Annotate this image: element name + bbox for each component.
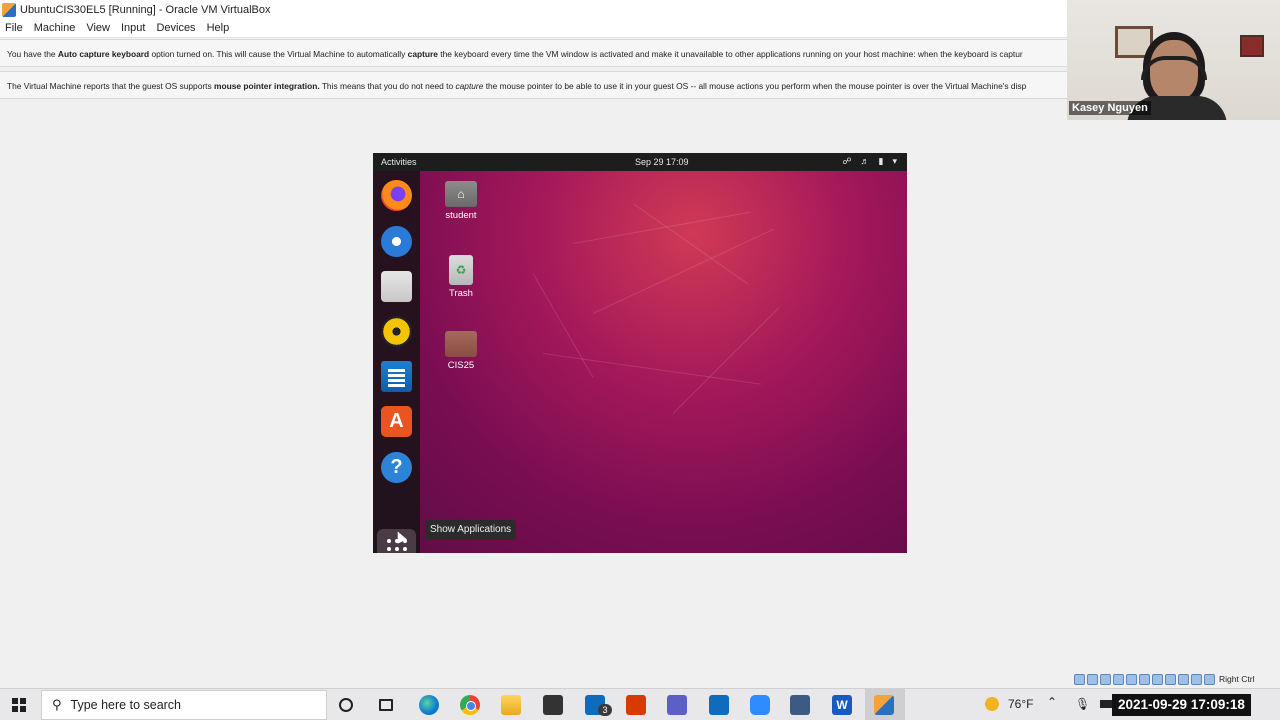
desktop-icon-label: Trash <box>449 288 473 299</box>
weather-widget[interactable]: 76°F <box>985 697 1033 711</box>
hard-disk-icon[interactable] <box>1074 673 1085 685</box>
system-tray[interactable]: ☍ ♬ ▮ ▾ <box>842 156 897 167</box>
notice-text: the mouse pointer to be able to use it i… <box>483 81 1027 91</box>
microphone-icon[interactable]: 🎙 <box>1075 697 1090 711</box>
battery-icon: ▮ <box>878 156 884 166</box>
word-icon[interactable]: W <box>832 695 852 715</box>
show-applications-tooltip: Show Applications <box>425 520 517 540</box>
menu-input[interactable]: Input <box>121 22 145 34</box>
battery-icon[interactable] <box>1100 700 1112 708</box>
trash-icon: ♻ <box>449 255 473 285</box>
files-icon[interactable] <box>381 271 412 302</box>
menu-view[interactable]: View <box>86 22 110 34</box>
recording-icon[interactable] <box>1165 673 1176 685</box>
mouse-integration-notice: The Virtual Machine reports that the gue… <box>0 71 1068 99</box>
desktop-icon-label: student <box>445 210 477 221</box>
cortana-icon[interactable] <box>339 698 353 712</box>
notice-bold: Auto capture keyboard <box>57 49 150 59</box>
chevron-down-icon: ▾ <box>892 156 897 166</box>
mouse-integration-icon[interactable] <box>1191 673 1202 685</box>
window-title: UbuntuCIS30EL5 [Running] - Oracle VM Vir… <box>20 3 271 16</box>
host-key-label: Right Ctrl <box>1219 674 1255 684</box>
menu-help[interactable]: Help <box>207 22 230 34</box>
headset <box>1141 56 1207 80</box>
help-icon[interactable]: ? <box>381 452 412 483</box>
ubuntu-dock: A ? <box>373 171 420 553</box>
taskbar-search-input[interactable]: ⚲ Type here to search <box>41 690 327 720</box>
teams-icon[interactable] <box>667 695 687 715</box>
vm-display[interactable]: Activities Sep 29 17:09 ☍ ♬ ▮ ▾ A ? ⌂ st… <box>373 153 907 553</box>
wallpaper-line <box>532 273 594 378</box>
wall-frame <box>1240 35 1264 57</box>
notice-text: the keyboard every time the VM window is… <box>437 49 1023 59</box>
temperature: 76°F <box>1008 697 1034 711</box>
wallpaper-line <box>672 307 780 414</box>
thunderbird-icon[interactable] <box>381 226 412 257</box>
participant-name: Kasey Nguyen <box>1069 101 1151 115</box>
zoom-icon[interactable] <box>750 695 770 715</box>
keyboard-capture-notice: You have the Auto capture keyboard optio… <box>0 39 1068 67</box>
wallpaper-line <box>572 211 751 244</box>
home-folder-icon: ⌂ <box>445 181 477 207</box>
file-explorer-icon[interactable] <box>501 695 521 715</box>
store-icon[interactable] <box>543 695 563 715</box>
notice-bold: capture <box>407 49 438 59</box>
search-icon: ⚲ <box>52 697 62 712</box>
gnome-topbar: Activities Sep 29 17:09 ☍ ♬ ▮ ▾ <box>373 153 907 171</box>
shared-folders-icon[interactable] <box>1139 673 1150 685</box>
display-icon[interactable] <box>1152 673 1163 685</box>
notice-italic: capture <box>455 81 484 91</box>
edge-icon[interactable] <box>419 695 439 715</box>
optical-drive-icon[interactable] <box>1087 673 1098 685</box>
weather-icon <box>985 697 999 711</box>
rhythmbox-icon[interactable] <box>381 316 412 347</box>
virtualbox-icon <box>2 2 16 17</box>
notice-text: This means that you do not need to <box>319 81 456 91</box>
libreoffice-writer-icon[interactable] <box>381 361 412 392</box>
firefox-icon[interactable] <box>381 180 412 211</box>
clock[interactable]: Sep 29 17:09 <box>635 157 689 167</box>
ubuntu-software-icon[interactable]: A <box>381 406 412 437</box>
task-view-icon[interactable] <box>379 699 393 711</box>
chrome-icon[interactable] <box>460 695 480 715</box>
network-adapter-icon[interactable] <box>1113 673 1124 685</box>
windows-start-icon[interactable] <box>12 698 26 712</box>
notice-text: option turned on. This will cause the Vi… <box>149 49 408 59</box>
wallpaper-line <box>592 228 775 314</box>
virtualbox-manager-icon[interactable] <box>790 695 810 715</box>
volume-icon: ♬ <box>860 156 870 166</box>
notice-text: The Virtual Machine reports that the gue… <box>7 81 215 91</box>
desktop-icon-folder[interactable]: CIS25 <box>431 331 491 371</box>
mail-count-badge: 3 <box>598 704 612 716</box>
webcam-video: Kasey Nguyen <box>1067 0 1280 120</box>
menu-file[interactable]: File <box>5 22 23 34</box>
folder-icon <box>445 331 477 357</box>
notice-text: You have the <box>7 49 58 59</box>
vm-status-bar: Right Ctrl <box>1074 672 1254 686</box>
calendar-icon[interactable] <box>709 695 729 715</box>
clock-datetime[interactable]: 2021-09-29 17:09:18 <box>1112 694 1251 716</box>
usb-icon[interactable] <box>1126 673 1137 685</box>
virtualbox-vm-icon[interactable] <box>874 695 894 715</box>
audio-icon[interactable] <box>1100 673 1111 685</box>
menu-machine[interactable]: Machine <box>34 22 76 34</box>
office-icon[interactable] <box>626 695 646 715</box>
desktop-icon-trash[interactable]: ♻ Trash <box>431 255 491 299</box>
menu-devices[interactable]: Devices <box>156 22 195 34</box>
keyboard-icon[interactable] <box>1204 673 1215 685</box>
chevron-up-icon[interactable]: ⌃ <box>1047 695 1057 709</box>
desktop-icon-home[interactable]: ⌂ student <box>431 181 491 221</box>
cpu-icon[interactable] <box>1178 673 1189 685</box>
activities-button[interactable]: Activities <box>381 157 417 167</box>
notice-bold: mouse pointer integration. <box>214 81 320 91</box>
desktop-icon-label: CIS25 <box>447 360 475 371</box>
search-placeholder: Type here to search <box>70 698 182 712</box>
network-icon: ☍ <box>842 156 852 166</box>
